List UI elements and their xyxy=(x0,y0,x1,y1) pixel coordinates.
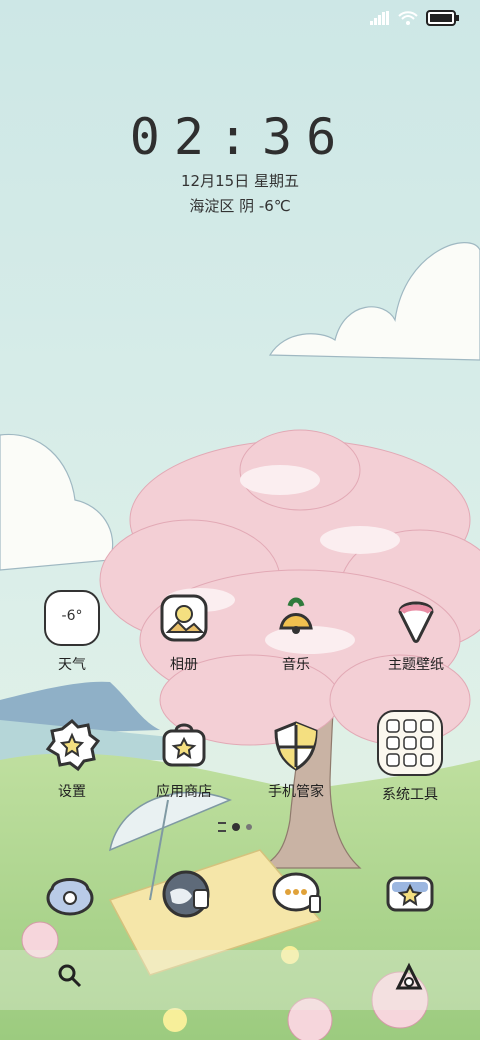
app-label: 音乐 xyxy=(282,657,310,673)
page-dot xyxy=(246,824,252,830)
phone-icon[interactable] xyxy=(40,862,100,922)
wifi-icon xyxy=(398,11,418,25)
app-label: 系统工具 xyxy=(382,787,438,803)
folder-system-tools[interactable]: 系统工具 xyxy=(362,708,458,804)
app-store[interactable]: 应用商店 xyxy=(136,715,232,801)
app-settings[interactable]: 设置 xyxy=(24,715,120,801)
weather-summary: 海淀区 阴 -6℃ xyxy=(189,197,291,215)
app-theme[interactable]: 主题壁纸 xyxy=(368,588,464,674)
app-label: 相册 xyxy=(170,657,198,673)
clock-time: 02:36 xyxy=(129,108,351,166)
settings-gear-icon xyxy=(42,715,102,775)
camera-icon[interactable] xyxy=(380,862,440,922)
app-weather[interactable]: -6° 天气 xyxy=(24,588,120,674)
search-icon[interactable] xyxy=(56,962,84,990)
browser-icon[interactable] xyxy=(158,862,218,922)
weather-temp: -6° xyxy=(61,608,83,624)
app-label: 主题壁纸 xyxy=(388,657,444,673)
messages-icon[interactable] xyxy=(268,862,328,922)
gallery-icon xyxy=(154,588,214,648)
music-icon xyxy=(266,588,326,648)
app-label: 应用商店 xyxy=(156,784,212,800)
assistant-icon[interactable] xyxy=(394,962,424,992)
phone-manager-shield-icon xyxy=(266,715,326,775)
page-dot-active xyxy=(232,823,240,831)
app-label: 设置 xyxy=(58,784,86,800)
page-indicator-lines-icon xyxy=(218,822,226,832)
signal-icon xyxy=(370,11,389,25)
battery-icon xyxy=(426,10,459,26)
weather-icon: -6° xyxy=(42,588,102,648)
status-bar xyxy=(370,10,460,26)
clock-date: 12月15日 星期五 xyxy=(181,172,299,190)
app-label: 手机管家 xyxy=(268,784,324,800)
app-label: 天气 xyxy=(58,657,86,673)
app-phone-manager[interactable]: 手机管家 xyxy=(248,715,344,801)
app-store-icon xyxy=(154,715,214,775)
theme-icon xyxy=(386,588,446,648)
page-indicator[interactable] xyxy=(218,822,252,832)
app-gallery[interactable]: 相册 xyxy=(136,588,232,674)
app-music[interactable]: 音乐 xyxy=(248,588,344,674)
system-tools-folder-icon xyxy=(375,708,445,778)
